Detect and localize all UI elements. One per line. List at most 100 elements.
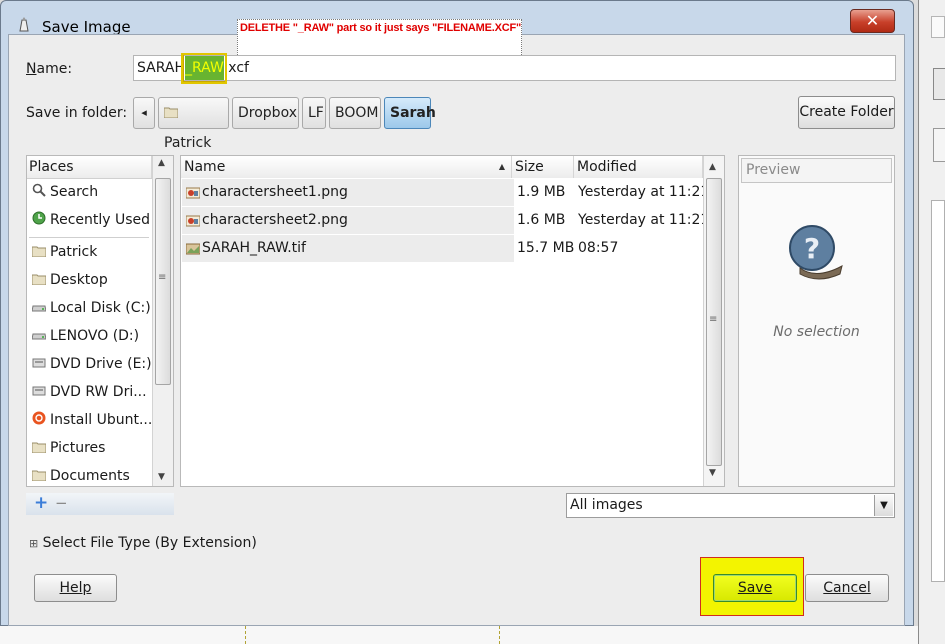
scroll-grip: ≡ — [158, 272, 167, 283]
name-text-after: .xcf — [223, 60, 249, 76]
file-modified: Yesterday at 11:21 — [578, 212, 710, 228]
drive-icon — [31, 325, 47, 340]
scroll-down-arrow[interactable]: ▼ — [158, 472, 165, 482]
column-header-name[interactable]: Name ▲ — [181, 156, 512, 178]
file-row[interactable]: SARAH_RAW.tif — [182, 235, 514, 262]
scroll-grip: ≡ — [709, 314, 718, 325]
places-item-dvd-drive-e[interactable]: DVD Drive (E:) — [32, 352, 152, 376]
help-button[interactable]: Help — [34, 574, 117, 602]
scroll-down-arrow[interactable]: ▼ — [709, 468, 716, 478]
cancel-button[interactable]: Cancel — [805, 574, 889, 602]
file-type-expander[interactable]: ⊞ Select File Type (By Extension) — [29, 535, 257, 551]
svg-text:?: ? — [804, 232, 820, 265]
background-control — [931, 16, 945, 38]
search-icon — [32, 181, 46, 197]
preview-empty-text: No selection — [773, 324, 860, 340]
chevron-down-icon[interactable]: ▼ — [874, 495, 893, 516]
help-label: Help — [59, 580, 92, 596]
places-item-label: DVD RW Dri... — [50, 384, 147, 400]
tif-image-icon — [186, 243, 200, 255]
places-item-patrick[interactable]: Patrick — [31, 240, 98, 264]
background-control — [933, 128, 945, 162]
file-filter-value: All images — [570, 497, 643, 513]
file-row[interactable]: charactersheet1.png — [182, 179, 514, 206]
folder-icon — [31, 241, 47, 258]
file-modified: 08:57 — [578, 240, 619, 256]
file-list-scrollbar[interactable]: ▲ ≡ ▼ — [703, 156, 724, 486]
file-size: 1.9 MB — [517, 184, 566, 200]
folder-icon — [31, 269, 47, 286]
crumb-boom[interactable]: BOOM — [329, 97, 381, 129]
recent-icon — [32, 209, 46, 225]
file-name: SARAH_RAW.tif — [202, 240, 306, 256]
column-name-label: Name — [184, 159, 226, 175]
places-item-label: Desktop — [50, 272, 108, 288]
file-name: charactersheet2.png — [202, 212, 348, 228]
background-canvas-strip — [0, 626, 918, 644]
sort-ascending-icon: ▲ — [498, 162, 505, 171]
name-label: Name: — [26, 61, 73, 77]
background-control — [933, 68, 945, 100]
background-window-edge — [918, 0, 945, 644]
close-button[interactable]: ✕ — [850, 9, 895, 33]
no-preview-gimp-icon: ? — [789, 225, 843, 280]
guide-line — [245, 626, 246, 644]
places-item-label: Patrick — [50, 244, 98, 260]
file-row[interactable]: charactersheet2.png — [182, 207, 514, 234]
file-modified: Yesterday at 11:21 — [578, 184, 710, 200]
places-item-label: Recently Used — [50, 212, 151, 228]
dvd-icon — [32, 381, 46, 396]
places-item-search[interactable]: Search — [32, 180, 98, 204]
crumb-sarah[interactable]: Sarah — [384, 97, 436, 129]
background-panel — [931, 200, 945, 582]
preview-header[interactable]: Preview — [741, 158, 892, 183]
save-button[interactable]: Save — [713, 574, 797, 602]
remove-place-button[interactable]: − — [55, 493, 68, 513]
file-size: 1.6 MB — [517, 212, 566, 228]
places-item-recently-used[interactable]: Recently Used — [32, 208, 150, 232]
scroll-up-arrow[interactable]: ▲ — [709, 162, 716, 172]
name-field[interactable]: SARAH_RAW.xcf — [133, 53, 896, 83]
places-item-documents[interactable]: Documents — [31, 464, 130, 488]
dvd-icon — [32, 353, 46, 368]
places-item-desktop[interactable]: Desktop — [31, 268, 108, 292]
places-item-local-disk-c[interactable]: Local Disk (C:) — [31, 296, 151, 320]
folder-icon — [31, 465, 47, 482]
path-back-button[interactable]: ◂ — [133, 97, 155, 129]
places-scrollbar[interactable]: ▲ ≡ ▼ — [152, 156, 173, 486]
places-header[interactable]: Places — [27, 156, 152, 178]
scroll-up-arrow[interactable]: ▲ — [158, 158, 165, 168]
places-item-label: Search — [50, 184, 99, 200]
png-image-icon — [186, 215, 200, 227]
column-header-size[interactable]: Size — [512, 156, 574, 178]
places-item-install-ubunt[interactable]: Install Ubunt... — [32, 408, 152, 432]
drive-icon — [31, 297, 47, 312]
crumb-dropbox[interactable]: Dropbox — [232, 97, 299, 129]
places-item-dvd-rw-dri[interactable]: DVD RW Dri... — [32, 380, 147, 404]
highlight-box — [181, 53, 227, 84]
preview-panel: Preview ? No selection — [738, 155, 895, 487]
crumb-lf[interactable]: LF — [302, 97, 326, 129]
divider — [27, 178, 152, 179]
crumb-patrick[interactable]: Patrick — [158, 97, 229, 151]
places-panel: Places Search Recently Used Patrick Desktop… — [26, 155, 174, 487]
places-item-label: DVD Drive (E:) — [50, 356, 152, 372]
gimp-pencil-icon — [19, 17, 29, 32]
file-size: 15.7 MB — [517, 240, 575, 256]
cancel-label: Cancel — [823, 580, 871, 596]
folder-icon — [31, 437, 47, 454]
folder-icon — [163, 107, 179, 119]
places-separator — [29, 237, 149, 238]
file-filter-select[interactable]: All images ▼ — [566, 493, 895, 518]
file-type-label: Select File Type (By Extension) — [42, 535, 257, 551]
create-folder-button[interactable]: Create Folder — [798, 96, 895, 129]
column-header-modified[interactable]: Modified — [574, 156, 703, 178]
places-item-label: Pictures — [50, 440, 106, 456]
ubuntu-icon — [32, 409, 46, 425]
places-item-label: Install Ubunt... — [50, 412, 153, 428]
expander-plus-icon: ⊞ — [29, 537, 39, 550]
places-item-pictures[interactable]: Pictures — [31, 436, 106, 460]
places-item-lenovo-d[interactable]: LENOVO (D:) — [31, 324, 139, 348]
add-place-button[interactable]: + — [34, 493, 48, 513]
save-label: Save — [737, 580, 773, 596]
